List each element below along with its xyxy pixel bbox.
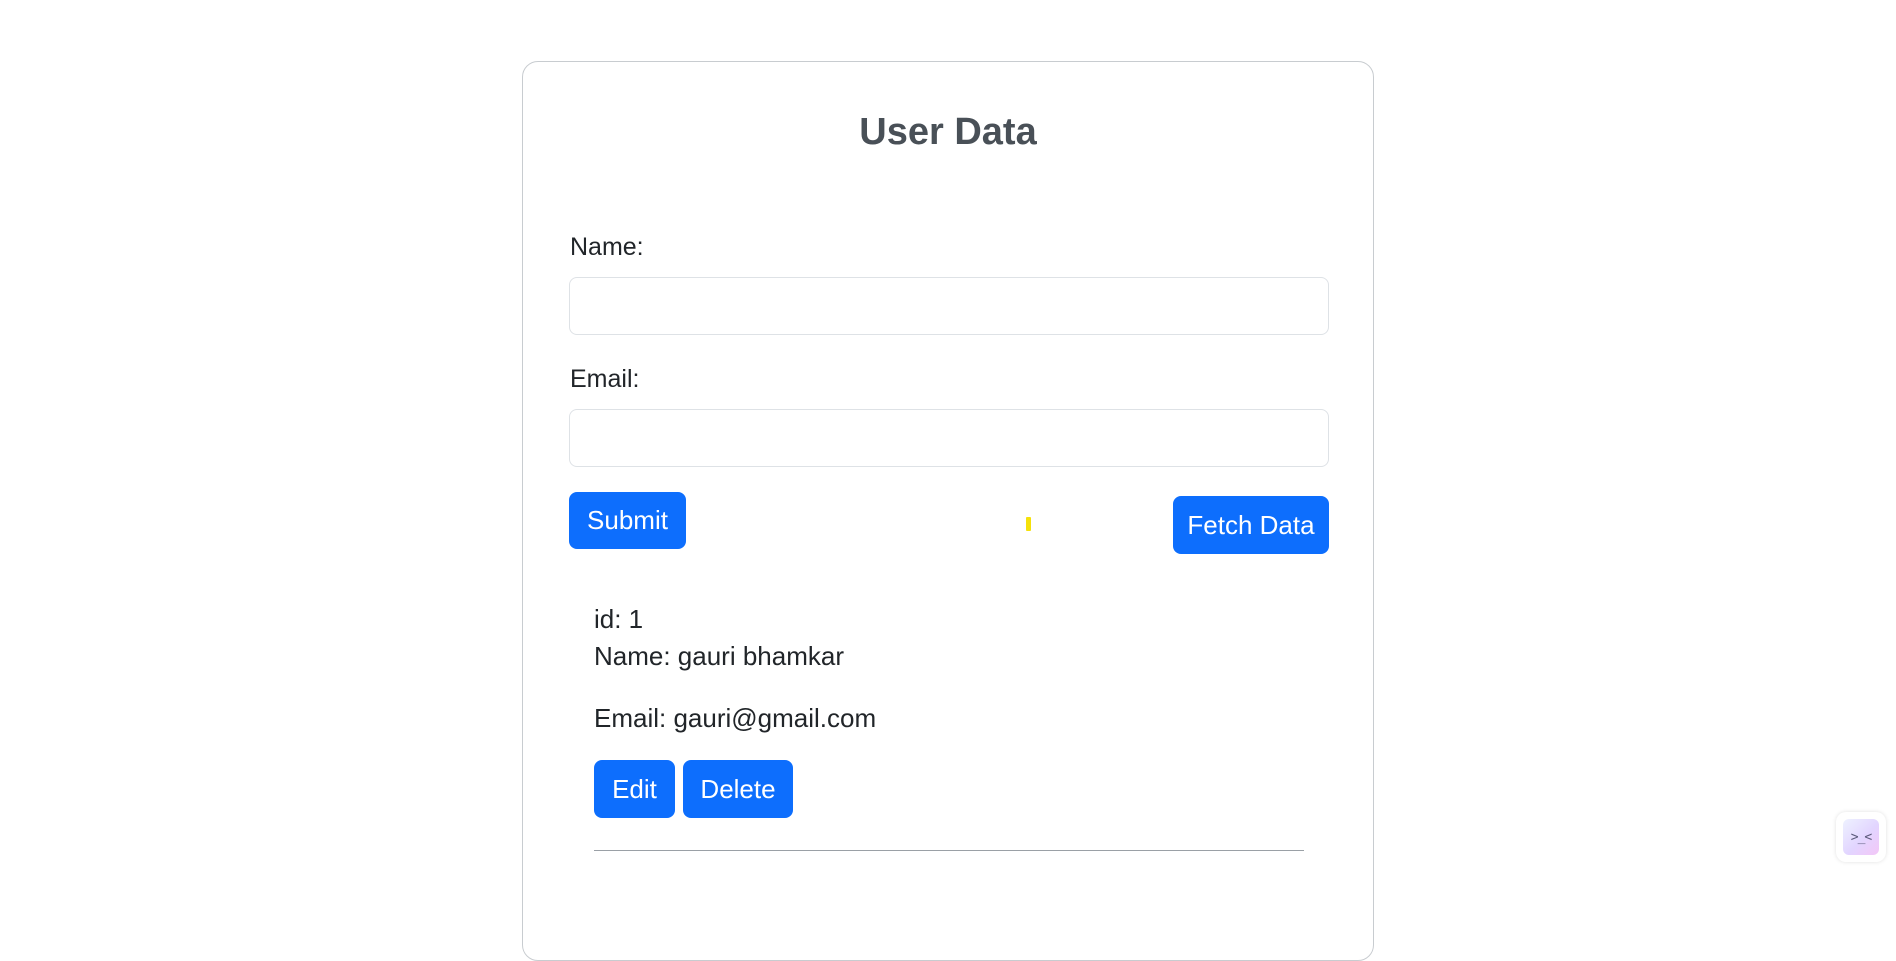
assistant-widget-button[interactable]: >_< bbox=[1836, 812, 1886, 862]
email-input[interactable] bbox=[569, 409, 1329, 467]
name-input[interactable] bbox=[569, 277, 1329, 335]
fetch-data-button[interactable]: Fetch Data bbox=[1173, 496, 1329, 554]
email-label: Email: bbox=[570, 365, 640, 393]
page-title: User Data bbox=[859, 111, 1037, 153]
user-name-text: Name: gauri bhamkar bbox=[594, 641, 844, 671]
user-divider bbox=[594, 850, 1304, 851]
user-id-text: id: 1 bbox=[594, 604, 644, 634]
loading-indicator bbox=[1026, 517, 1031, 531]
name-label: Name: bbox=[570, 233, 644, 261]
submit-button[interactable]: Submit bbox=[569, 492, 686, 549]
edit-button[interactable]: Edit bbox=[594, 760, 675, 818]
assistant-face-icon: >_< bbox=[1843, 819, 1879, 855]
delete-button[interactable]: Delete bbox=[683, 760, 793, 818]
user-email-text: Email: gauri@gmail.com bbox=[594, 703, 877, 733]
